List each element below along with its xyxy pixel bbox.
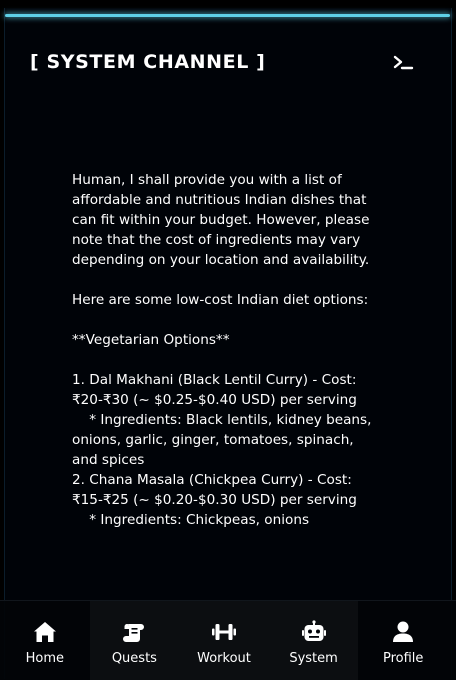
nav-label-profile: Profile xyxy=(382,651,424,666)
dumbbell-icon xyxy=(211,624,236,640)
system-message: Human, I shall provide you with a list o… xyxy=(72,172,372,528)
nav-item-workout[interactable]: Workout xyxy=(179,601,269,680)
bottom-nav: Home Quests Workout System Profile xyxy=(0,600,456,680)
nav-item-quests[interactable]: Quests xyxy=(89,601,180,680)
nav-label-system: System xyxy=(289,651,338,666)
user-icon xyxy=(393,621,414,642)
nav-item-home[interactable]: Home xyxy=(0,601,90,680)
terminal-icon xyxy=(393,55,414,70)
robot-icon xyxy=(301,620,326,641)
nav-label-home: Home xyxy=(25,651,64,666)
nav-item-system[interactable]: System xyxy=(268,601,359,680)
top-accent-bar xyxy=(5,14,450,17)
nav-label-quests: Quests xyxy=(111,651,157,666)
terminal-button[interactable] xyxy=(389,50,417,74)
scroll-icon xyxy=(123,624,145,642)
nav-label-workout: Workout xyxy=(197,651,251,666)
page-title: [ SYSTEM CHANNEL ] xyxy=(30,51,266,73)
home-icon xyxy=(33,622,56,642)
nav-item-profile[interactable]: Profile xyxy=(358,601,448,680)
